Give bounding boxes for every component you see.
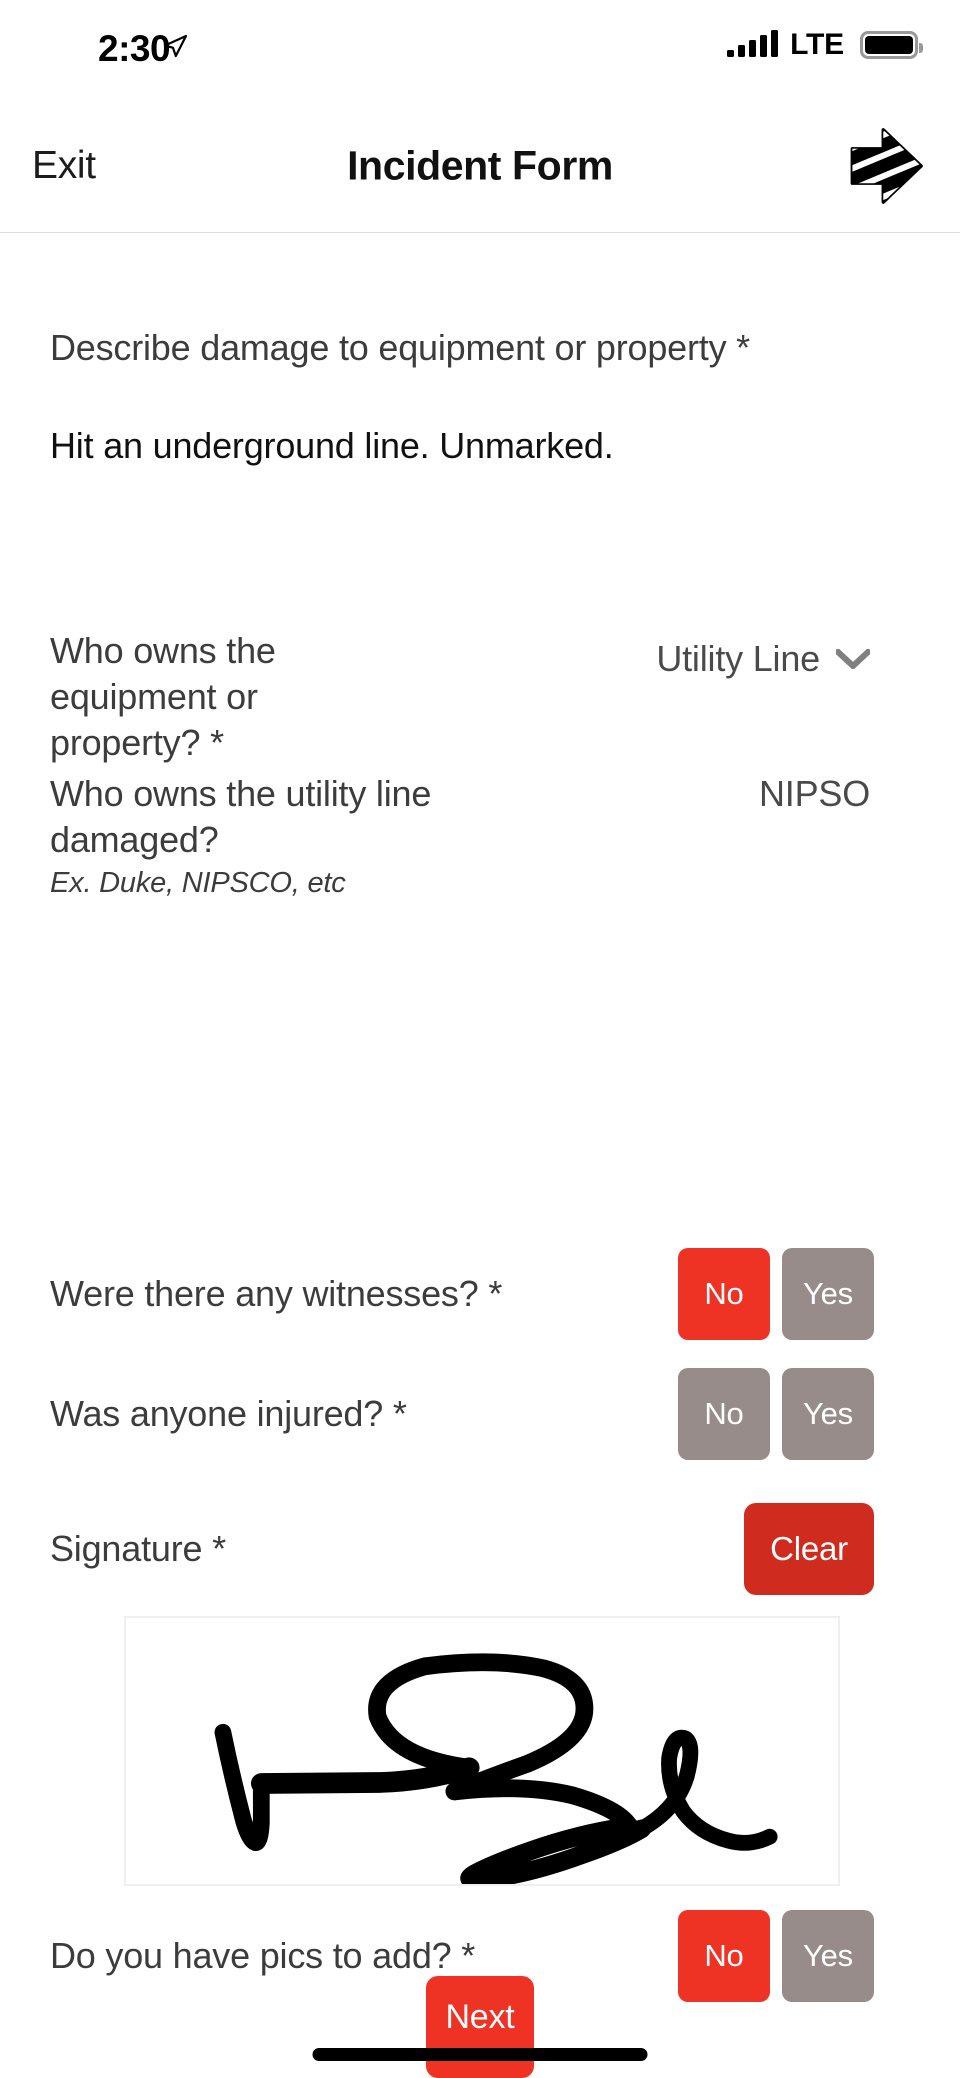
clear-signature-button[interactable]: Clear [744,1503,874,1595]
witnesses-toggle-group: No Yes [678,1248,874,1340]
injured-toggle-group: No Yes [678,1368,874,1460]
next-button[interactable]: Next [426,1976,534,2078]
injured-yes-button[interactable]: Yes [782,1368,874,1460]
navigation-bar: Exit Incident Form [0,100,960,233]
witnesses-field-row: Were there any witnesses? * No Yes [50,1248,910,1340]
striped-arrow-logo-icon[interactable] [842,123,928,209]
signature-label: Signature * [50,1528,226,1569]
injured-label: Was anyone injured? * [50,1393,407,1434]
status-time: 2:30 [98,28,171,69]
pics-no-button[interactable]: No [678,1910,770,2002]
network-label: LTE [790,28,844,61]
signature-drawing [214,1653,778,1884]
status-bar: 2:30 LTE [0,0,960,100]
utility-owner-value[interactable]: NIPSO [759,773,870,815]
location-arrow-icon [163,34,188,58]
incident-form-screen: 2:30 LTE Exit Incident Form Describe dam… [0,0,960,2078]
home-indicator[interactable] [312,2048,648,2061]
witnesses-yes-button[interactable]: Yes [782,1248,874,1340]
utility-owner-hint: Ex. Duke, NIPSCO, etc [50,867,346,899]
pics-yes-button[interactable]: Yes [782,1910,874,2002]
signal-bars-icon [727,30,779,57]
describe-damage-label: Describe damage to equipment or property… [50,327,750,368]
utility-owner-label: Who owns the utility line damaged? [50,773,432,860]
injured-no-button[interactable]: No [678,1368,770,1460]
witnesses-no-button[interactable]: No [678,1248,770,1340]
battery-full-icon [860,31,923,59]
witnesses-label: Were there any witnesses? * [50,1273,503,1314]
pics-label: Do you have pics to add? * [50,1935,476,1976]
owner-label: Who owns the equipment or property? * [50,630,276,763]
signature-canvas[interactable] [124,1616,840,1886]
chevron-down-icon [836,649,870,669]
signature-field-row: Signature * Clear [50,1503,910,1595]
describe-damage-value[interactable]: Hit an underground line. Unmarked. [50,425,614,467]
injured-field-row: Was anyone injured? * No Yes [50,1368,910,1460]
owner-dropdown[interactable]: Utility Line [656,638,870,680]
page-title: Incident Form [347,142,613,189]
owner-selected-value: Utility Line [656,638,820,679]
pics-toggle-group: No Yes [678,1910,874,2002]
status-indicators: LTE [727,28,923,62]
